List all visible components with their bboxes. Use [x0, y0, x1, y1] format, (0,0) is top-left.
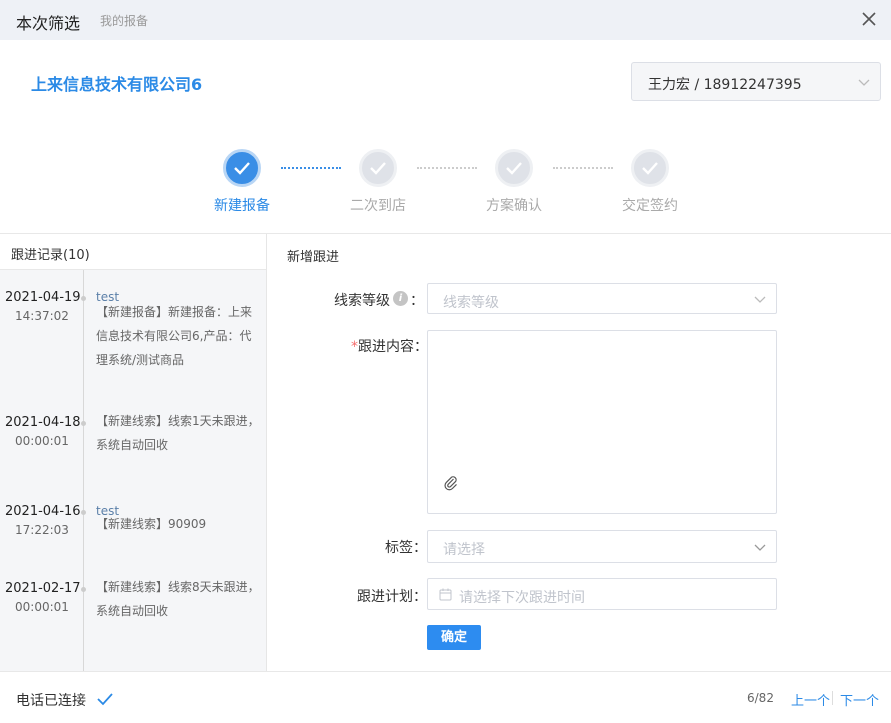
record-time: 14:37:02 — [15, 309, 69, 323]
step-connector — [281, 167, 341, 169]
timeline-dot — [81, 510, 86, 515]
step-2-circle — [359, 149, 397, 187]
plan-placeholder: 请选择下次跟进时间 — [459, 590, 585, 606]
tag-label: 标签： — [385, 540, 427, 556]
timeline-dot — [81, 421, 86, 426]
content-textarea[interactable] — [427, 330, 777, 514]
step-connector — [417, 167, 477, 169]
paperclip-icon[interactable] — [444, 475, 458, 491]
tag-select[interactable]: 请选择 — [427, 530, 777, 563]
content-label: *跟进内容： — [351, 336, 428, 356]
record-time: 00:00:01 — [15, 600, 69, 614]
timeline-dot — [81, 587, 86, 592]
records-title: 跟进记录(10) — [11, 248, 90, 263]
record-date: 2021-04-19 — [5, 290, 81, 305]
record-date: 2021-04-16 — [5, 504, 81, 519]
step-4-circle — [631, 149, 669, 187]
pager-divider — [832, 691, 833, 705]
prev-button[interactable]: 上一个 — [791, 690, 830, 709]
tag-select-placeholder: 请选择 — [443, 542, 485, 558]
dialog-header: 本次筛选 我的报备 — [0, 0, 891, 40]
dialog-subtitle[interactable]: 我的报备 — [100, 12, 148, 29]
chevron-down-icon — [858, 79, 870, 86]
content-label-text: 跟进内容： — [358, 339, 428, 355]
record-time: 17:22:03 — [15, 523, 69, 537]
check-icon — [234, 162, 250, 175]
contact-select-value: 王力宏 / 18912247395 — [648, 77, 802, 93]
next-button[interactable]: 下一个 — [840, 690, 879, 709]
close-icon[interactable] — [858, 8, 880, 30]
info-icon[interactable]: i — [393, 291, 408, 306]
records-timeline[interactable]: 2021-04-19 14:37:02 test 【新建报备】新建报备：上来信息… — [0, 270, 266, 671]
footer-bar: 电话已连接 6/82 上一个 下一个 — [0, 671, 891, 723]
step-4-label: 交定签约 — [622, 198, 678, 214]
level-label: 线索等级 — [334, 293, 390, 309]
confirm-button[interactable]: 确定 — [427, 625, 481, 650]
records-panel: 跟进记录(10) 2021-04-19 14:37:02 test 【新建报备】… — [0, 234, 267, 671]
calendar-icon — [439, 588, 452, 601]
record-date: 2021-02-17 — [5, 581, 81, 596]
call-status: 电话已连接 — [16, 693, 86, 709]
step-1-label: 新建报备 — [214, 198, 270, 214]
chevron-down-icon — [754, 296, 766, 303]
page-indicator: 6/82 — [747, 691, 774, 705]
progress-steps: 新建报备 二次到店 方案确认 交定签约 — [0, 145, 891, 225]
form-title: 新增跟进 — [287, 250, 340, 265]
check-icon — [506, 162, 522, 175]
record-date: 2021-04-18 — [5, 415, 81, 430]
check-icon — [370, 162, 386, 175]
records-header: 跟进记录(10) — [0, 234, 266, 270]
chevron-down-icon — [754, 544, 766, 551]
record-text: 【新建线索】线索8天未跟进，系统自动回收 — [96, 580, 260, 618]
level-label-colon: ： — [410, 293, 424, 309]
check-icon — [97, 693, 113, 706]
required-mark: * — [351, 339, 358, 355]
step-2-label: 二次到店 — [350, 198, 406, 214]
contact-select[interactable]: 王力宏 / 18912247395 — [631, 62, 881, 101]
record-text: 【新建报备】新建报备：上来信息技术有限公司6,产品：代理系统/测试商品 — [96, 305, 253, 367]
step-1-circle — [223, 149, 261, 187]
step-3-label: 方案确认 — [486, 198, 542, 214]
plan-datepicker[interactable]: 请选择下次跟进时间 — [427, 578, 777, 610]
company-name: 上来信息技术有限公司6 — [31, 75, 203, 94]
check-icon — [642, 162, 658, 175]
record-text: 【新建线索】线索1天未跟进，系统自动回收 — [96, 414, 260, 452]
dialog-title: 本次筛选 — [16, 14, 81, 33]
timeline-dot — [81, 296, 86, 301]
plan-label: 跟进计划： — [357, 589, 427, 605]
level-select[interactable]: 线索等级 — [427, 283, 777, 314]
step-3-circle — [495, 149, 533, 187]
step-connector — [553, 167, 613, 169]
timeline-line — [83, 270, 84, 671]
level-select-placeholder: 线索等级 — [443, 295, 499, 311]
record-text: 【新建线索】90909 — [96, 517, 207, 531]
record-time: 00:00:01 — [15, 434, 69, 448]
